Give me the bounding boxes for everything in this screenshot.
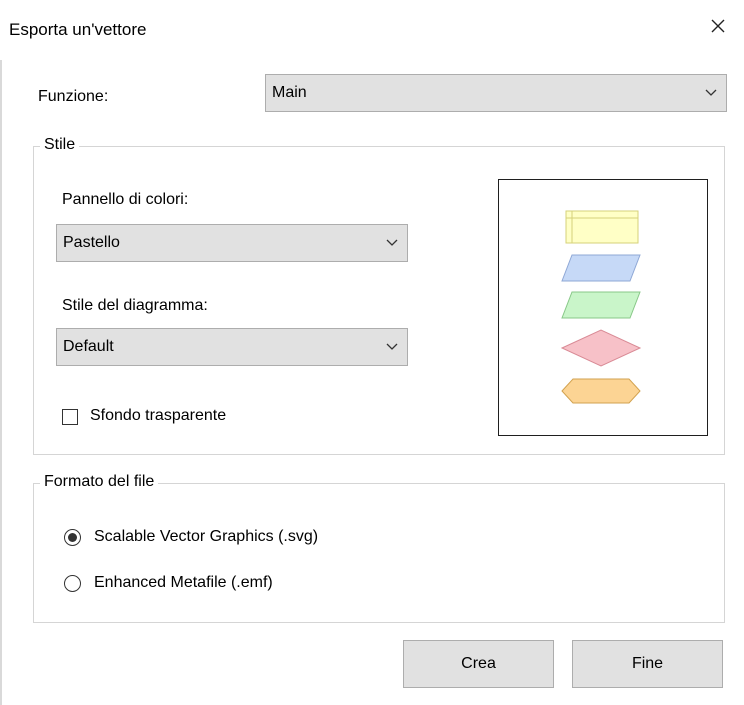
style-group-legend: Stile — [40, 136, 80, 154]
chevron-down-icon — [377, 329, 407, 365]
finish-button[interactable]: Fine — [572, 640, 723, 688]
transparent-background-label: Sfondo trasparente — [90, 407, 227, 424]
style-preview — [498, 179, 708, 436]
function-select-value: Main — [272, 84, 307, 101]
format-group-legend: Formato del file — [40, 473, 159, 491]
flowchart-preview-icon — [560, 210, 642, 404]
diagram-style-label: Stile del diagramma: — [62, 297, 208, 314]
diagram-style-select-value: Default — [63, 338, 114, 355]
svg-format-radio[interactable] — [64, 529, 81, 546]
function-select[interactable]: Main — [265, 74, 727, 112]
radio-selected-dot — [68, 533, 77, 542]
function-label: Funzione: — [38, 88, 109, 105]
svg-format-label: Scalable Vector Graphics (.svg) — [94, 528, 319, 545]
window-edge — [0, 60, 2, 705]
chevron-down-icon — [377, 225, 407, 261]
palette-select-value: Pastello — [63, 234, 120, 251]
emf-format-label: Enhanced Metafile (.emf) — [94, 574, 273, 591]
close-button[interactable] — [700, 8, 736, 44]
diagram-style-select[interactable]: Default — [56, 328, 408, 366]
format-group — [33, 483, 725, 623]
chevron-down-icon — [696, 75, 726, 111]
palette-label: Pannello di colori: — [62, 191, 189, 208]
window-title: Esporta un'vettore — [9, 20, 147, 39]
palette-select[interactable]: Pastello — [56, 224, 408, 262]
close-icon — [711, 19, 725, 33]
transparent-background-checkbox[interactable] — [62, 409, 78, 425]
create-button[interactable]: Crea — [403, 640, 554, 688]
emf-format-radio[interactable] — [64, 575, 81, 592]
